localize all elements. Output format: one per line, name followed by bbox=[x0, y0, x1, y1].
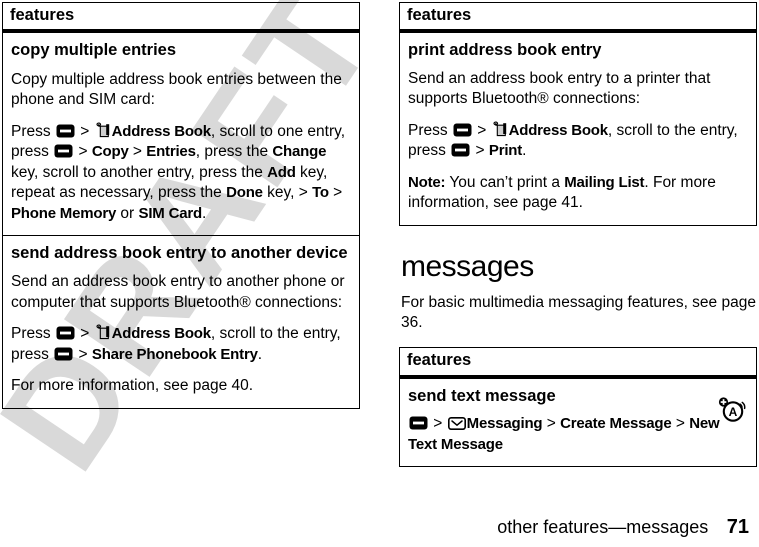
menu-key-icon bbox=[56, 124, 75, 138]
table-row[interactable]: A send text message > Messaging > Create… bbox=[400, 379, 756, 466]
features-table-messages: features A send text message > Messaging… bbox=[399, 347, 757, 468]
menu-term: Messaging bbox=[466, 415, 543, 433]
right-column: features print address book entry Send a… bbox=[399, 2, 757, 468]
menu-term: Print bbox=[488, 142, 523, 160]
page-title: messages bbox=[401, 249, 534, 283]
feature-title: print address book entry bbox=[408, 41, 602, 60]
feature-description: Send an address book entry to another ph… bbox=[11, 273, 345, 311]
feature-title: send text message bbox=[408, 386, 556, 405]
menu-term: Copy bbox=[91, 143, 129, 161]
table-row[interactable]: send address book entry to another devic… bbox=[3, 236, 359, 408]
menu-key-icon bbox=[56, 326, 75, 340]
feature-steps: Press > Address Book, scroll to one entr… bbox=[11, 122, 346, 222]
address-book-icon bbox=[95, 122, 111, 138]
footer-page-number: 71 bbox=[726, 516, 749, 538]
menu-term: Done bbox=[226, 184, 263, 202]
features-table-address-book: features copy multiple entries Copy mult… bbox=[2, 2, 360, 409]
menu-term: To bbox=[312, 184, 329, 202]
menu-term: Note: bbox=[408, 173, 446, 191]
menu-term: Add bbox=[267, 163, 296, 181]
feature-note: Note: You can’t print a Mailing List. Fo… bbox=[408, 173, 716, 212]
text-message-alert-icon: A bbox=[716, 394, 746, 429]
menu-term: Address Book bbox=[508, 121, 608, 139]
feature-description: Copy multiple address book entries betwe… bbox=[11, 70, 342, 109]
table-header-features: features bbox=[3, 3, 359, 34]
feature-title: send address book entry to another devic… bbox=[11, 243, 348, 262]
menu-term: Share Phonebook Entry bbox=[91, 345, 258, 363]
features-table-print: features print address book entry Send a… bbox=[399, 2, 757, 226]
menu-term: SIM Card bbox=[138, 204, 203, 222]
left-column: features copy multiple entries Copy mult… bbox=[2, 2, 360, 409]
menu-key-icon bbox=[451, 143, 470, 157]
page-footer: other features—messages 71 bbox=[0, 516, 759, 539]
manual-page: features copy multiple entries Copy mult… bbox=[0, 0, 759, 547]
feature-steps: Press > Address Book, scroll to the entr… bbox=[408, 121, 738, 160]
menu-term: Entries bbox=[146, 143, 196, 161]
menu-key-icon bbox=[453, 123, 472, 137]
feature-steps: > Messaging > Create Message > New Text … bbox=[408, 415, 720, 453]
menu-term: Address Book bbox=[111, 122, 211, 140]
menu-key-icon bbox=[54, 347, 73, 361]
envelope-icon bbox=[447, 417, 466, 431]
menu-term: Phone Memory bbox=[11, 204, 117, 222]
feature-title: copy multiple entries bbox=[11, 41, 177, 60]
menu-term: Create Message bbox=[560, 415, 672, 433]
address-book-icon bbox=[492, 121, 508, 137]
table-row[interactable]: print address book entry Send an address… bbox=[400, 33, 756, 224]
address-book-icon bbox=[95, 324, 111, 340]
menu-key-icon bbox=[409, 416, 428, 430]
menu-term: Change bbox=[272, 143, 327, 161]
menu-term: Address Book bbox=[111, 325, 211, 343]
section-intro: For basic multimedia messaging features,… bbox=[401, 293, 756, 331]
table-row[interactable]: copy multiple entries Copy multiple addr… bbox=[3, 33, 359, 236]
footer-section-label: other features—messages bbox=[497, 517, 709, 537]
feature-more-info: For more information, see page 40. bbox=[11, 377, 254, 395]
table-header-features: features bbox=[400, 348, 756, 379]
table-header-features: features bbox=[400, 3, 756, 34]
svg-text:A: A bbox=[729, 405, 738, 419]
menu-key-icon bbox=[54, 144, 73, 158]
feature-steps: Press > Address Book, scroll to the entr… bbox=[11, 324, 341, 363]
menu-term: Mailing List bbox=[564, 173, 645, 191]
feature-description: Send an address book entry to a printer … bbox=[408, 69, 711, 108]
